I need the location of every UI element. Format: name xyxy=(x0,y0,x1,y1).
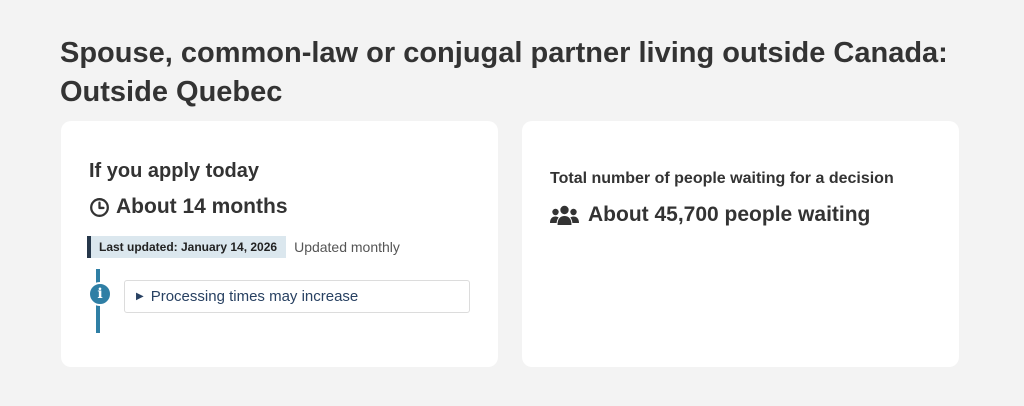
processing-time-card: If you apply today About 14 months Last … xyxy=(61,121,498,367)
last-updated-row: Last updated: January 14, 2026 Updated m… xyxy=(87,236,400,258)
processing-time-row: About 14 months xyxy=(89,195,288,219)
details-summary-label: Processing times may increase xyxy=(150,288,359,305)
update-frequency: Updated monthly xyxy=(294,239,400,255)
people-waiting-row: About 45,700 people waiting xyxy=(550,203,870,227)
apply-today-heading: If you apply today xyxy=(89,160,260,182)
people-waiting-card: Total number of people waiting for a dec… xyxy=(522,121,959,367)
clock-icon xyxy=(89,197,110,218)
page-title: Spouse, common-law or conjugal partner l… xyxy=(60,37,948,108)
processing-times-details-toggle[interactable]: ▶ Processing times may increase xyxy=(124,280,470,313)
last-updated-badge: Last updated: January 14, 2026 xyxy=(87,236,287,258)
people-waiting-heading: Total number of people waiting for a dec… xyxy=(550,170,894,187)
people-waiting-value: About 45,700 people waiting xyxy=(588,203,871,226)
info-icon: i xyxy=(88,282,112,306)
processing-time-value: About 14 months xyxy=(116,195,288,218)
triangle-right-icon: ▶ xyxy=(136,291,144,302)
users-icon xyxy=(550,205,579,226)
